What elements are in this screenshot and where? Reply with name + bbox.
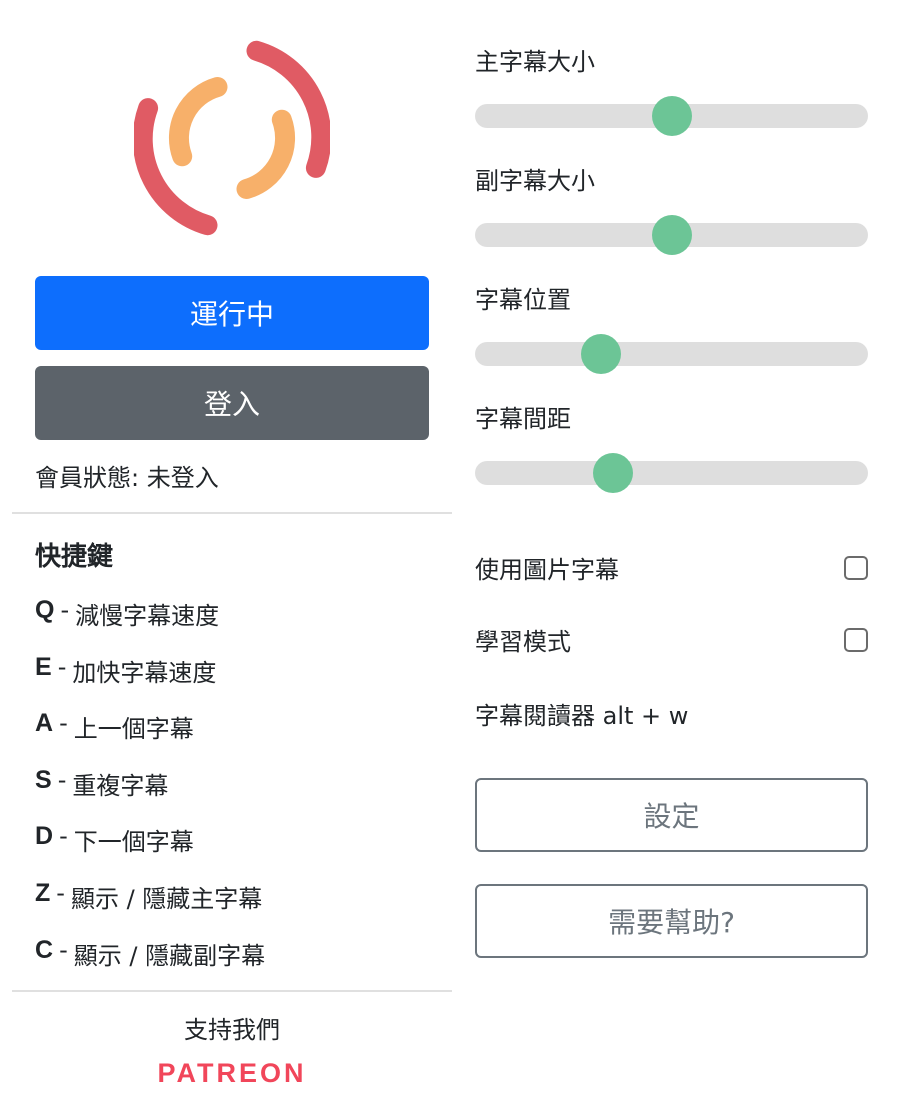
app-logo-icon xyxy=(134,40,330,236)
divider xyxy=(12,990,452,992)
shortcut-desc: 上一個字幕 xyxy=(73,715,194,744)
image-subtitle-label: 使用圖片字幕 xyxy=(475,556,619,584)
subtitle-spacing-slider[interactable] xyxy=(475,453,868,493)
shortcut-desc: 顯示 / 隱藏副字幕 xyxy=(73,941,266,970)
shortcut-item: Q - 減慢字幕速度 xyxy=(35,596,220,630)
member-status: 會員狀態: 未登入 xyxy=(35,458,219,493)
sub-subtitle-size-label: 副字幕大小 xyxy=(475,167,595,195)
subtitle-position-slider[interactable] xyxy=(475,334,868,374)
learning-mode-checkbox[interactable] xyxy=(844,628,868,652)
patreon-link[interactable]: PATREON xyxy=(12,1058,452,1089)
shortcut-list: Q - 減慢字幕速度 E - 加快字幕速度 A - 上一個字幕 S - 重複字幕 D - 下一個字幕… xyxy=(35,596,265,992)
slider-thumb[interactable] xyxy=(651,96,692,136)
slider-thumb[interactable] xyxy=(592,453,633,493)
support-text: 支持我們 xyxy=(184,1016,280,1044)
shortcut-item: D - 下一個字幕 xyxy=(35,822,194,857)
main-subtitle-size-slider[interactable] xyxy=(475,96,868,136)
right-column: 主字幕大小 副字幕大小 字幕位置 字幕間距 使用圖片字幕 學習模式 字幕閱讀器 … xyxy=(475,0,870,1105)
shortcut-desc: 減慢字幕速度 xyxy=(75,602,220,630)
shortcut-key: D xyxy=(35,822,54,851)
subtitle-position-label: 字幕位置 xyxy=(475,286,571,314)
main-subtitle-size-label: 主字幕大小 xyxy=(475,48,595,76)
help-button[interactable]: 需要幫助? xyxy=(475,884,868,958)
popup-panel: 運行中 登入 會員狀態: 未登入 快捷鍵 Q - 減慢字幕速度 E - 加快字幕速度 A… xyxy=(0,0,900,1105)
divider xyxy=(12,512,452,514)
shortcut-key: A xyxy=(35,709,54,738)
shortcuts-title: 快捷鍵 xyxy=(35,542,114,572)
slider-thumb[interactable] xyxy=(651,215,692,255)
member-status-value: 未登入 xyxy=(146,464,219,492)
shortcut-item: C - 顯示 / 隱藏副字幕 xyxy=(35,935,266,970)
shortcut-item: A - 上一個字幕 xyxy=(35,709,194,744)
subtitle-spacing-label: 字幕間距 xyxy=(475,405,571,433)
left-column: 運行中 登入 會員狀態: 未登入 快捷鍵 Q - 減慢字幕速度 E - 加快字幕速度 A… xyxy=(12,0,452,1105)
subtitle-reader-label: 字幕閱讀器 alt + w xyxy=(475,702,689,730)
shortcut-desc: 重複字幕 xyxy=(72,771,169,800)
settings-button[interactable]: 設定 xyxy=(475,778,868,852)
shortcut-key: S xyxy=(35,765,52,794)
running-button[interactable]: 運行中 xyxy=(35,276,429,350)
shortcut-key: Q xyxy=(35,596,55,624)
shortcut-item: S - 重複字幕 xyxy=(35,765,169,800)
shortcut-key: E xyxy=(35,652,52,681)
slider-thumb[interactable] xyxy=(580,334,621,374)
sub-subtitle-size-slider[interactable] xyxy=(475,215,868,255)
member-status-label: 會員狀態: xyxy=(35,464,140,492)
shortcut-desc: 下一個字幕 xyxy=(73,828,194,857)
shortcut-key: C xyxy=(35,935,54,964)
image-subtitle-checkbox[interactable] xyxy=(844,556,868,580)
shortcut-key: Z xyxy=(35,878,51,907)
shortcut-item: Z - 顯示 / 隱藏主字幕 xyxy=(35,878,263,913)
shortcut-desc: 顯示 / 隱藏主字幕 xyxy=(70,884,263,913)
learning-mode-label: 學習模式 xyxy=(475,628,571,656)
shortcut-item: E - 加快字幕速度 xyxy=(35,652,217,687)
shortcut-desc: 加快字幕速度 xyxy=(72,658,217,687)
login-button[interactable]: 登入 xyxy=(35,366,429,440)
